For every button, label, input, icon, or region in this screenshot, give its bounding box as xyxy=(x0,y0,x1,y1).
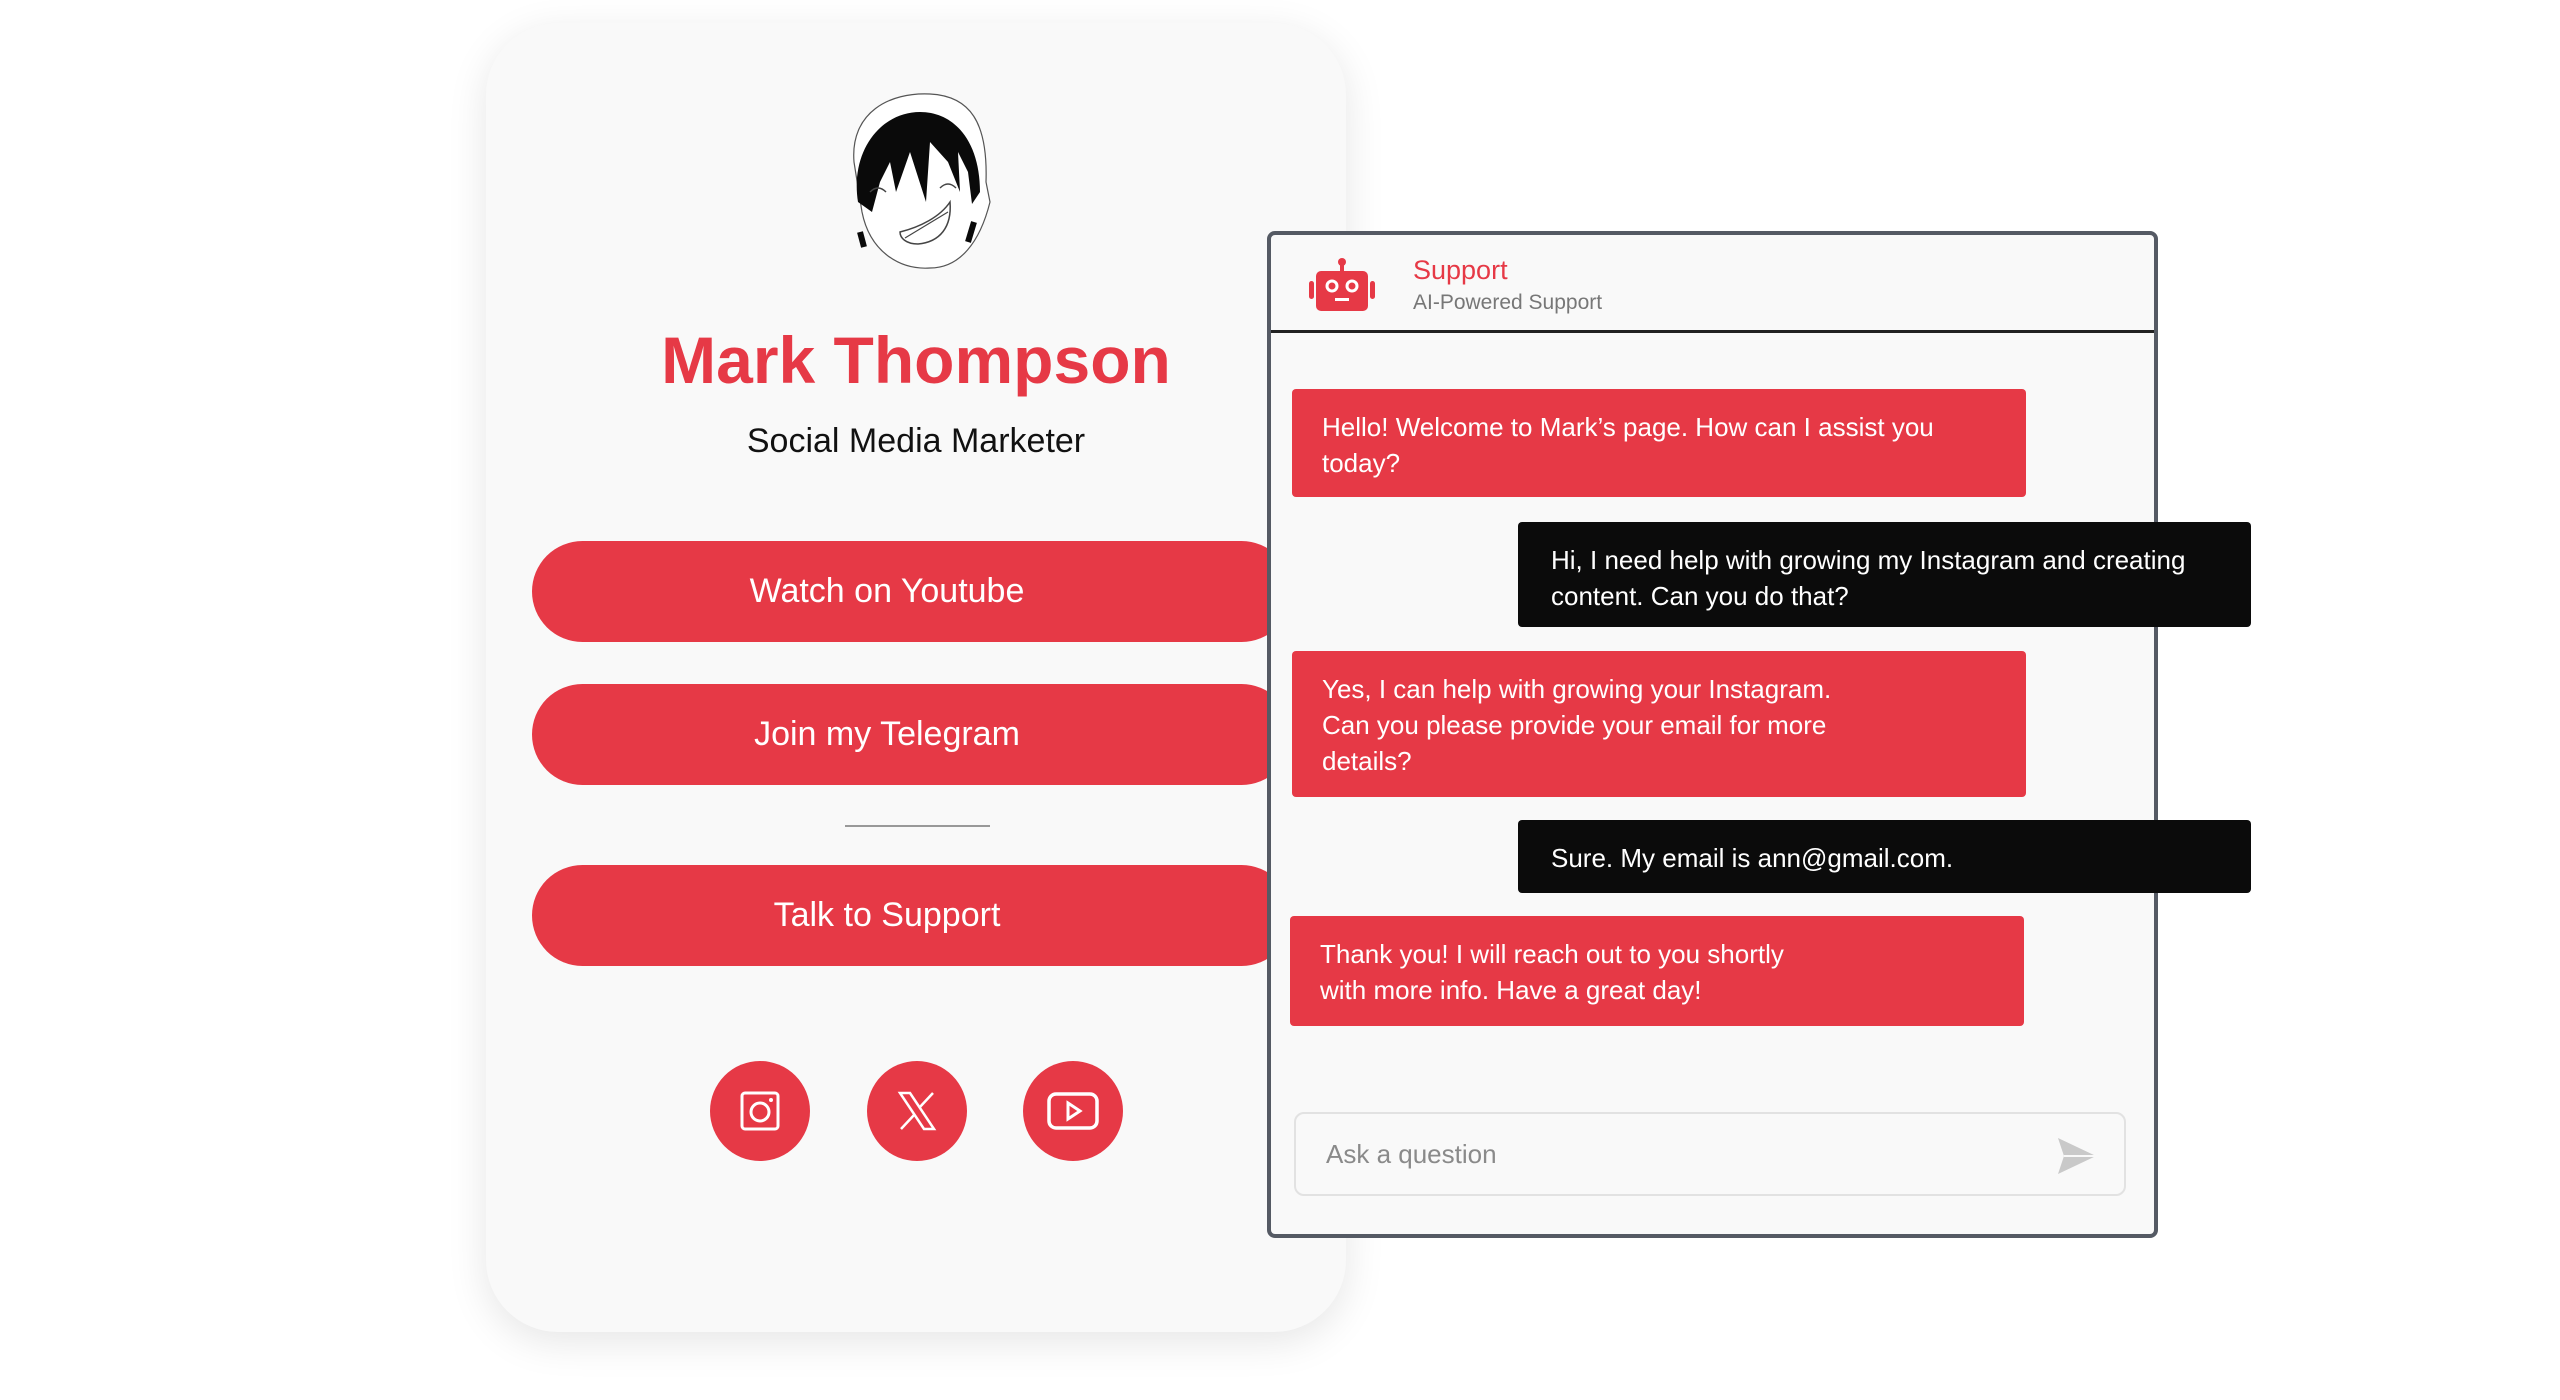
user-message: Sure. My email is ann@gmail.com. xyxy=(1518,820,2251,893)
bot-message: Yes, I can help with growing your Instag… xyxy=(1292,651,2026,797)
bot-message: Thank you! I will reach out to you short… xyxy=(1290,916,2024,1026)
user-message: Hi, I need help with growing my Instagra… xyxy=(1518,522,2251,627)
instagram-button[interactable] xyxy=(710,1061,810,1161)
instagram-icon xyxy=(740,1091,780,1131)
profile-name: Mark Thompson xyxy=(661,323,1171,397)
robot-icon xyxy=(1309,258,1375,311)
chat-title: Support xyxy=(1413,255,1508,285)
x-button[interactable] xyxy=(867,1061,967,1161)
button-label: Join my Telegram xyxy=(754,715,1020,753)
bot-message: Hello! Welcome to Mark’s page. How can I… xyxy=(1292,389,2026,497)
youtube-button[interactable] xyxy=(1023,1061,1123,1161)
join-telegram-button[interactable]: Join my Telegram xyxy=(532,684,1292,785)
question-input-box xyxy=(1294,1112,2126,1196)
button-label: Watch on Youtube xyxy=(749,572,1025,610)
send-icon[interactable] xyxy=(2056,1136,2098,1176)
button-label: Talk to Support xyxy=(773,896,1001,934)
chat-subtitle: AI-Powered Support xyxy=(1413,291,1603,314)
watch-youtube-button[interactable]: Watch on Youtube xyxy=(532,541,1292,642)
question-input[interactable] xyxy=(1326,1114,2026,1194)
avatar xyxy=(853,93,991,269)
talk-to-support-button[interactable]: Talk to Support xyxy=(532,865,1292,966)
youtube-icon xyxy=(1047,1092,1099,1130)
chat-header: Support AI-Powered Support xyxy=(1271,235,2154,333)
x-icon xyxy=(897,1091,937,1131)
profile-role: Social Media Marketer xyxy=(746,422,1086,460)
divider xyxy=(845,825,990,827)
